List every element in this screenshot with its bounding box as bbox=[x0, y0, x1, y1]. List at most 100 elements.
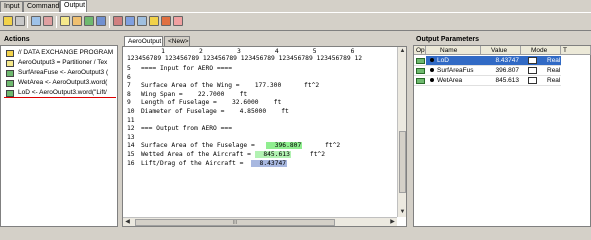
folder-icon bbox=[6, 50, 14, 57]
param-mode-cell[interactable]: Real bbox=[521, 76, 561, 86]
table-row-op[interactable] bbox=[414, 66, 426, 76]
editor-pane[interactable]: 1 2 3 4 5 6 123456789 123456789 12345678… bbox=[122, 46, 407, 227]
scroll-left-icon[interactable]: ◀ bbox=[123, 218, 132, 226]
grid-icon[interactable] bbox=[31, 16, 41, 26]
action-item[interactable]: AeroOutput3 = Partitioner / Tex bbox=[1, 58, 116, 68]
code-line[interactable]: 9 Length of Fuselage = 32.6000 ft bbox=[127, 99, 281, 107]
refresh-icon[interactable] bbox=[125, 16, 135, 26]
code-line[interactable]: 5 ==== Input for AERO ==== bbox=[127, 65, 232, 73]
highlighted-value[interactable]: 396.807 bbox=[266, 142, 303, 150]
code-line[interactable]: 15 Wetted Area of the Aircraft = 845.613 … bbox=[127, 151, 325, 159]
tab-command[interactable]: Command bbox=[23, 1, 60, 12]
code-line[interactable]: 16 Lift/Drag of the Aircraft = 8.43747 bbox=[127, 159, 288, 168]
code-line[interactable]: 14 Surface Area of the Fuselage = 396.807… bbox=[127, 142, 340, 150]
calc-icon[interactable] bbox=[43, 16, 53, 26]
code-line[interactable]: 8 Wing Span = 22.7000 ft bbox=[127, 91, 247, 99]
toolbar-separator bbox=[27, 16, 28, 28]
output-params-table[interactable]: Op Name Value Mode T LoD 8.43747 Real Su… bbox=[413, 45, 591, 227]
hscroll-thumb[interactable]: III bbox=[135, 219, 335, 226]
action-item[interactable]: // DATA EXCHANGE PROGRAM bbox=[1, 48, 116, 58]
action-item[interactable]: SurfAreaFuse <- AeroOutput3 ( bbox=[1, 68, 116, 78]
link-icon bbox=[6, 70, 14, 77]
code-text: Length of Fuselage = 32.6000 ft bbox=[141, 99, 282, 107]
column-header-mode[interactable]: Mode bbox=[521, 46, 561, 55]
export-icon[interactable] bbox=[161, 16, 171, 26]
mode-icon[interactable] bbox=[528, 66, 537, 74]
table-row-op[interactable] bbox=[414, 56, 426, 66]
param-value[interactable]: 8.43747 bbox=[481, 56, 521, 66]
top-tab-bar: Input Command Output bbox=[0, 0, 591, 12]
code-text: Wing Span = 22.7000 ft bbox=[141, 90, 248, 98]
clear-icon[interactable] bbox=[173, 16, 183, 26]
code-line[interactable]: 10 Diameter of Fuselage = 4.85000 ft bbox=[127, 108, 289, 116]
param-name: SurfAreaFus bbox=[437, 67, 474, 74]
scroll-down-icon[interactable]: ▼ bbox=[398, 208, 406, 217]
folder-icon[interactable] bbox=[149, 16, 159, 26]
network-icon[interactable] bbox=[113, 16, 123, 26]
code-line[interactable]: 13 bbox=[127, 134, 141, 142]
splitter[interactable] bbox=[408, 31, 411, 227]
doc-icon[interactable] bbox=[96, 16, 106, 26]
actions-list[interactable]: // DATA EXCHANGE PROGRAM AeroOutput3 = P… bbox=[0, 45, 118, 227]
action-item-label: SurfAreaFuse <- AeroOutput3 ( bbox=[18, 69, 109, 76]
mode-icon[interactable] bbox=[528, 76, 537, 84]
ruler-digits: 123456789 123456789 123456789 123456789 … bbox=[127, 55, 363, 62]
link-icon bbox=[6, 80, 14, 87]
param-value[interactable]: 845.613 bbox=[481, 76, 521, 86]
tab-aerooutput[interactable]: AeroOutput bbox=[124, 36, 163, 46]
column-header-op[interactable]: Op bbox=[414, 46, 426, 55]
line-number: 5 bbox=[127, 65, 131, 72]
tab-output[interactable]: Output bbox=[60, 0, 87, 12]
open-icon[interactable] bbox=[3, 16, 13, 26]
param-value[interactable]: 396.807 bbox=[481, 66, 521, 76]
param-mode-cell[interactable]: Real bbox=[521, 56, 561, 66]
code-line[interactable]: 7 Surface Area of the Wing = 177.300 ft^2 bbox=[127, 82, 319, 90]
code-text: ft^2 bbox=[290, 151, 325, 158]
table-row-op[interactable] bbox=[414, 76, 426, 86]
action-item[interactable]: WetArea <- AeroOutput3.word( bbox=[1, 78, 116, 88]
line-number: 10 bbox=[127, 108, 135, 115]
highlighted-value[interactable]: 845.613 bbox=[254, 151, 291, 158]
highlighted-value[interactable]: 8.43747 bbox=[250, 159, 288, 167]
action-item-selected[interactable]: LoD <- AeroOutput3.word("Lift/ bbox=[1, 88, 116, 98]
actions-title: Actions bbox=[4, 36, 30, 43]
code-text: ft^2 bbox=[302, 142, 341, 150]
action-item-label: WetArea <- AeroOutput3.word( bbox=[18, 79, 108, 86]
action-item-label: // DATA EXCHANGE PROGRAM bbox=[18, 49, 114, 56]
output-param-icon bbox=[416, 68, 425, 74]
param-mode-cell[interactable]: Real bbox=[521, 66, 561, 76]
code-text: Diameter of Fuselage = 4.85000 ft bbox=[141, 108, 289, 115]
column-header-type[interactable]: T bbox=[561, 46, 591, 55]
save-icon[interactable] bbox=[15, 16, 25, 26]
line-number: 9 bbox=[127, 99, 131, 107]
param-mode: Real bbox=[547, 57, 561, 64]
toolbar bbox=[0, 12, 591, 31]
scroll-right-icon[interactable]: ▶ bbox=[388, 218, 397, 226]
code-line[interactable]: 6 bbox=[127, 74, 141, 82]
param-name-cell: LoD bbox=[426, 56, 481, 66]
param-mode: Real bbox=[547, 77, 561, 84]
paste-icon[interactable] bbox=[72, 16, 82, 26]
toolbar-separator bbox=[56, 16, 57, 28]
code-line[interactable]: 11 bbox=[127, 117, 141, 125]
scroll-up-icon[interactable]: ▲ bbox=[398, 47, 406, 56]
param-name-cell[interactable]: WetArea bbox=[426, 76, 481, 86]
table-icon[interactable] bbox=[84, 16, 94, 26]
line-number: 8 bbox=[127, 90, 131, 98]
vertical-scrollbar[interactable]: ▲ ▼ bbox=[397, 47, 406, 217]
sync-icon[interactable] bbox=[137, 16, 147, 26]
column-header-name[interactable]: Name bbox=[426, 46, 481, 55]
copy-icon[interactable] bbox=[60, 16, 70, 26]
column-header-value[interactable]: Value bbox=[481, 46, 521, 55]
line-number: 13 bbox=[127, 133, 135, 141]
tab-input[interactable]: Input bbox=[0, 1, 23, 12]
code-line[interactable]: 12 === Output from AERO === bbox=[127, 125, 232, 133]
mode-icon[interactable] bbox=[528, 56, 537, 64]
line-number: 7 bbox=[127, 82, 131, 90]
tab-new[interactable]: <New> bbox=[164, 36, 190, 46]
scroll-thumb[interactable] bbox=[399, 131, 406, 193]
output-param-icon bbox=[416, 78, 425, 84]
param-name-cell[interactable]: SurfAreaFus bbox=[426, 66, 481, 76]
link-icon bbox=[6, 90, 14, 97]
horizontal-scrollbar[interactable]: ◀ III ▶ bbox=[123, 217, 397, 226]
